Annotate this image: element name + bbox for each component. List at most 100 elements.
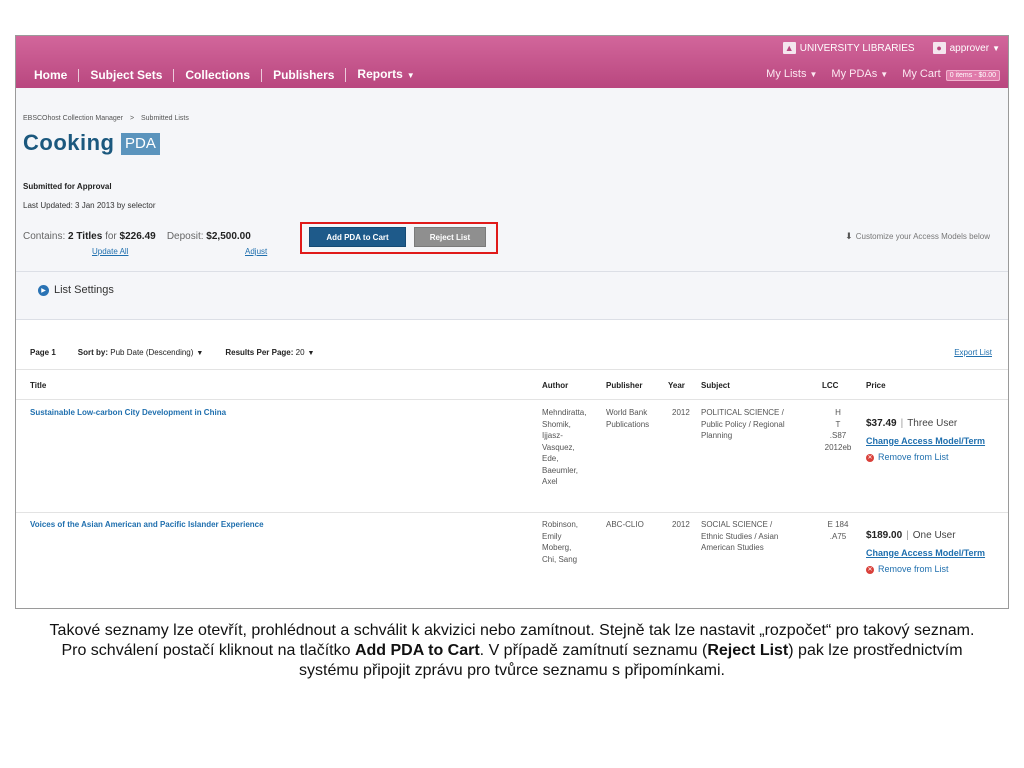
author-line: Emily	[542, 531, 562, 541]
change-access-model-link[interactable]: Change Access Model/Term	[866, 436, 1006, 448]
subject-line: SOCIAL SCIENCE /	[701, 520, 773, 529]
list-total: $226.49	[119, 231, 156, 242]
column-header-subject: Subject	[701, 381, 730, 390]
pda-badge: PDA	[121, 133, 160, 155]
row-author: Mehndiratta, Shomik, Ijjasz- Vasquez, Ed…	[542, 407, 600, 488]
row-title-link[interactable]: Voices of the Asian American and Pacific…	[30, 519, 264, 531]
top-nav-bar: ▲ UNIVERSITY LIBRARIES ● approver ▼ Home …	[16, 36, 1008, 88]
column-header-author: Author	[542, 381, 569, 390]
breadcrumb-submitted-lists[interactable]: Submitted Lists	[141, 115, 189, 122]
row-publisher: World Bank Publications	[606, 407, 668, 430]
page-label: Page 1	[30, 348, 56, 357]
deposit-label: Deposit:	[166, 231, 204, 242]
cart-badge: 0 items - $0.00	[945, 70, 1000, 81]
utility-bar: ▲ UNIVERSITY LIBRARIES ● approver ▼	[782, 40, 1000, 56]
subject-line: Ethnic Studies / Asian	[701, 531, 779, 541]
caption-bold-reject: Reject List	[707, 642, 789, 659]
column-header-year: Year	[668, 381, 685, 390]
my-lists-label: My Lists	[766, 68, 807, 80]
column-header-lcc: LCC	[822, 381, 839, 390]
author-line: Moberg,	[542, 543, 572, 552]
column-header-price: Price	[866, 381, 886, 390]
per-page-value: 20	[295, 348, 305, 357]
author-line: Mehndiratta,	[542, 408, 587, 417]
breadcrumb-separator: >	[129, 115, 135, 122]
nav-publishers[interactable]: Publishers	[261, 68, 345, 82]
price-line: $189.00 | One User	[866, 530, 1006, 542]
update-all-link[interactable]: Update All	[92, 247, 128, 256]
row-lcc: E 184 .A75	[816, 519, 860, 542]
nav-reports[interactable]: Reports ▼	[345, 68, 425, 82]
publisher-line: World Bank	[606, 408, 648, 417]
my-pdas-label: My PDAs	[831, 68, 878, 80]
author-line: Vasquez,	[542, 442, 575, 452]
close-icon: ✕	[866, 565, 874, 574]
bank-icon: ▲	[782, 42, 796, 54]
remove-label: Remove from List	[878, 564, 949, 574]
nav-reports-label: Reports	[357, 67, 403, 81]
row-price: $189.00 | One User Change Access Model/Ter…	[866, 530, 1006, 576]
row-year: 2012	[672, 520, 690, 529]
author-line: Baeumler,	[542, 465, 579, 475]
reject-list-button[interactable]: Reject List	[414, 227, 486, 247]
row-publisher: ABC-CLIO	[606, 519, 668, 531]
remove-from-list-link[interactable]: ✕ Remove from List	[866, 564, 1006, 576]
divider	[16, 271, 1008, 272]
row-price: $37.49 | Three User Change Access Model/Te…	[866, 418, 1006, 464]
sort-dropdown[interactable]: Sort by: Pub Date (Descending) ▼	[78, 348, 204, 357]
per-page-dropdown[interactable]: Results Per Page: 20 ▼	[225, 348, 314, 357]
last-updated-text: Last Updated: 3 Jan 2013 by selector	[23, 201, 156, 210]
row-subject: SOCIAL SCIENCE / Ethnic Studies / Asian …	[701, 519, 816, 554]
nav-subject-sets[interactable]: Subject Sets	[78, 68, 173, 82]
author-line: Ijjasz-	[542, 431, 563, 440]
lcc-line: E 184	[827, 520, 849, 529]
row-year: 2012	[672, 408, 690, 417]
lcc-line: .S87	[829, 431, 847, 440]
adjust-link[interactable]: Adjust	[245, 247, 267, 256]
my-cart-link[interactable]: My Cart 0 items - $0.00	[902, 68, 1000, 81]
row-subject: POLITICAL SCIENCE / Public Policy / Regi…	[701, 407, 816, 442]
author-line: Robinson,	[542, 520, 579, 529]
remove-from-list-link[interactable]: ✕ Remove from List	[866, 452, 1006, 464]
my-pdas-menu[interactable]: My PDAs ▼	[831, 68, 888, 80]
chevron-down-icon: ▼	[809, 70, 818, 79]
list-header-panel: EBSCOhost Collection Manager > Submitted…	[16, 88, 1008, 320]
for-label: for	[105, 231, 117, 242]
results-controls: Page 1 Sort by: Pub Date (Descending) ▼ R…	[30, 348, 336, 357]
price-line: $37.49 | Three User	[866, 418, 1006, 430]
close-icon: ✕	[866, 453, 874, 462]
table-row: Sustainable Low-carbon City Development …	[16, 400, 1008, 512]
nav-home[interactable]: Home	[34, 68, 78, 82]
lcc-line: T	[835, 419, 841, 429]
author-line: Axel	[542, 477, 558, 486]
person-icon: ●	[932, 42, 946, 54]
row-author: Robinson, Emily Moberg, Chi, Sang	[542, 519, 600, 565]
divider: |	[900, 418, 904, 429]
main-nav: Home Subject Sets Collections Publishers…	[34, 68, 426, 82]
license-type: One User	[912, 530, 956, 541]
divider: |	[906, 530, 909, 541]
subject-line: POLITICAL SCIENCE /	[701, 408, 784, 417]
my-lists-menu[interactable]: My Lists ▼	[766, 68, 817, 80]
row-title-link[interactable]: Sustainable Low-carbon City Development …	[30, 407, 226, 419]
sort-label: Sort by:	[77, 348, 109, 357]
add-pda-to-cart-button[interactable]: Add PDA to Cart	[309, 227, 406, 247]
caption-text: . V případě zamítnutí seznamu (	[479, 642, 708, 659]
status-text: Submitted for Approval	[23, 182, 112, 191]
lcc-line: .A75	[829, 531, 847, 541]
author-line: Shomik,	[542, 419, 571, 429]
subject-line: Public Policy / Regional	[701, 419, 785, 429]
slide-caption: Takové seznamy lze otevřít, prohlédnout …	[40, 621, 984, 681]
breadcrumb-collection-manager[interactable]: EBSCOhost Collection Manager	[23, 115, 123, 122]
change-access-model-link[interactable]: Change Access Model/Term	[866, 548, 1006, 560]
user-label: approver	[949, 42, 990, 54]
list-settings-toggle[interactable]: ▶ List Settings	[38, 284, 114, 296]
library-label[interactable]: UNIVERSITY LIBRARIES	[800, 43, 915, 54]
nav-collections[interactable]: Collections	[173, 68, 261, 82]
titles-count: 2 Titles	[68, 231, 103, 242]
export-list-link[interactable]: Export List	[954, 348, 992, 357]
chevron-down-icon: ▼	[406, 71, 415, 80]
contains-label: Contains:	[23, 231, 66, 242]
list-settings-label: List Settings	[54, 284, 114, 296]
user-menu[interactable]: approver ▼	[950, 43, 1000, 54]
